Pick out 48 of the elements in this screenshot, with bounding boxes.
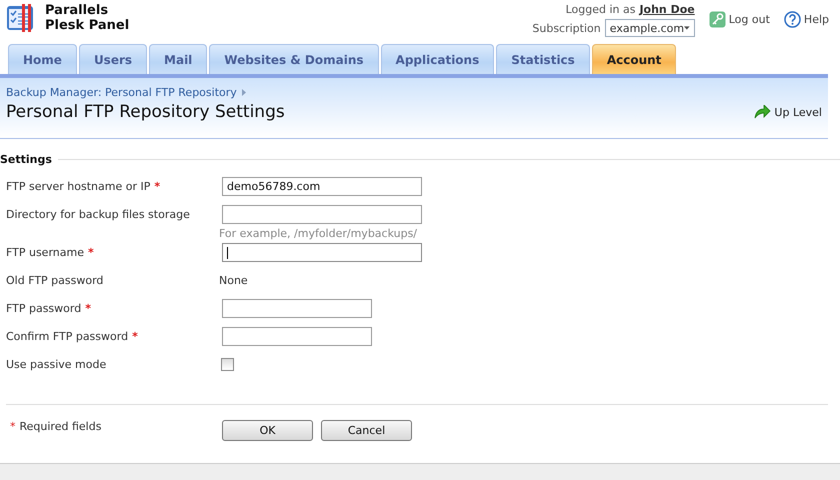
field-label: FTP username [6, 246, 84, 259]
field-label: FTP password [6, 302, 82, 315]
field-hint: For example, /myfolder/mybackups/ [219, 227, 418, 240]
breadcrumb-link[interactable]: Backup Manager: Personal FTP Repository [6, 86, 237, 99]
required-mark: * [85, 302, 91, 315]
checkbox[interactable] [221, 358, 234, 371]
nav-tab[interactable]: Websites & Domains [209, 44, 379, 74]
nav-tab[interactable]: Account [592, 44, 676, 74]
arrow-icon [754, 104, 772, 120]
nav-tab[interactable]: Home [8, 44, 77, 74]
page-title: Personal FTP Repository Settings [6, 102, 285, 122]
section-title: Settings [0, 153, 52, 166]
required-mark: * [132, 330, 138, 343]
key-icon [708, 11, 726, 28]
input-field[interactable] [222, 327, 372, 346]
input-field[interactable] [222, 205, 422, 224]
field-label: Old FTP password [6, 274, 104, 287]
brand-name: Parallels [45, 3, 110, 18]
field-label: Confirm FTP password [6, 330, 128, 343]
nav-tab[interactable]: Statistics [496, 44, 590, 74]
nav-tab[interactable]: Applications [380, 44, 494, 74]
input-field[interactable] [222, 299, 372, 318]
user-link[interactable]: John Doe [639, 3, 695, 16]
nav-tab[interactable]: Users [78, 44, 148, 74]
dialog-button[interactable]: OK [222, 420, 313, 441]
logged-in-label: Logged in as [566, 3, 636, 16]
help-icon [784, 11, 801, 28]
field-label: FTP server hostname or IP [6, 180, 150, 193]
required-mark: * [88, 246, 94, 259]
nav-tab[interactable]: Mail [149, 44, 208, 74]
required-note: Required fields [20, 420, 102, 433]
input-field[interactable]: demo56789.com [222, 177, 422, 196]
help-link[interactable]: Help [784, 11, 829, 28]
brand-name: Plesk Panel [45, 18, 130, 33]
dialog-button[interactable]: Cancel [321, 420, 412, 441]
required-mark: * [154, 180, 160, 193]
required-mark: * [10, 420, 16, 433]
field-label: Directory for backup files storage [6, 208, 190, 221]
logout-link[interactable]: Log out [708, 11, 770, 28]
caret-icon [684, 26, 690, 30]
up-level-link[interactable]: Up Level [754, 104, 822, 120]
logo-icon [6, 3, 36, 33]
arrow-icon [242, 89, 246, 96]
subscription-dropdown[interactable]: example.com [604, 19, 695, 37]
input-field[interactable] [222, 243, 422, 262]
field-label: Use passive mode [6, 358, 106, 371]
subscription-label: Subscription [532, 22, 601, 34]
field-value: None [219, 274, 248, 287]
